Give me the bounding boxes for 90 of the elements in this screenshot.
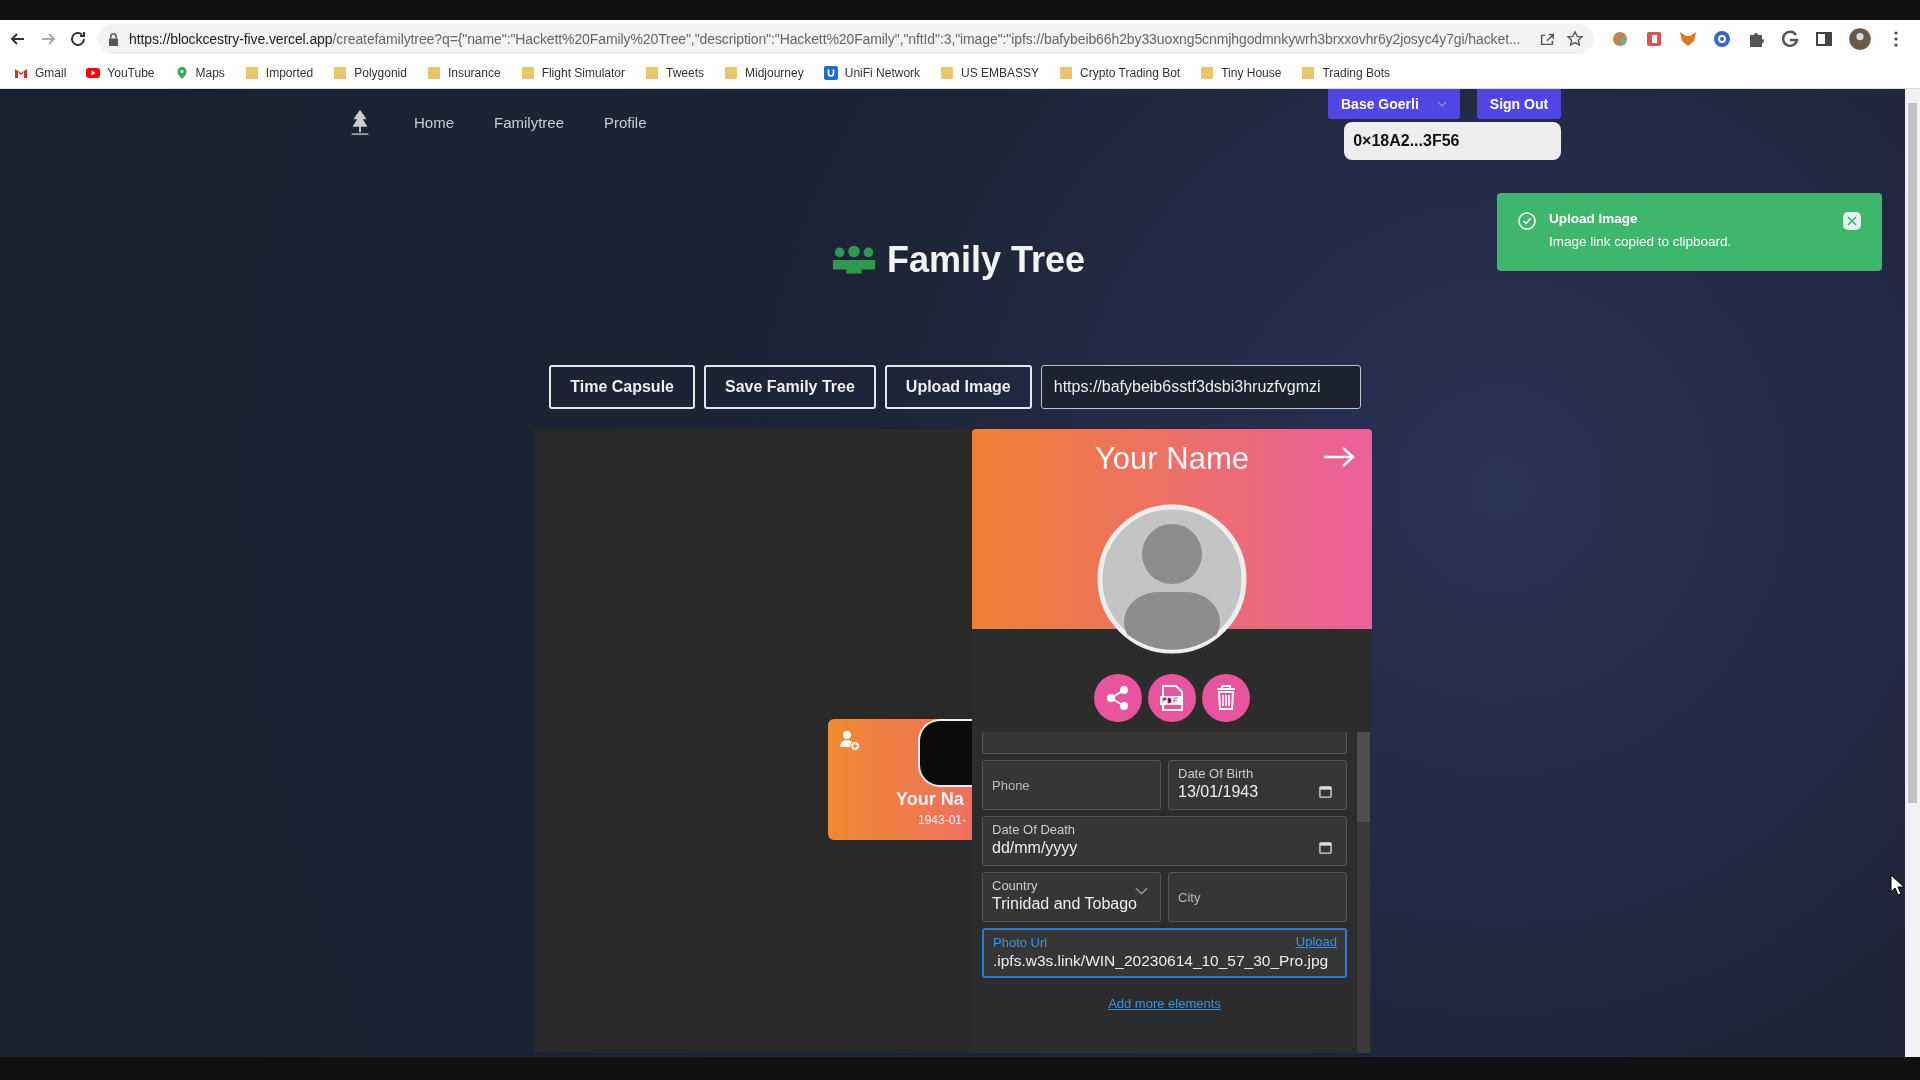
pdf-icon[interactable] [1148,674,1196,722]
trash-icon[interactable] [1202,674,1250,722]
folder-icon [333,66,348,80]
u-letter-icon [823,66,838,80]
photo-frame [918,719,972,787]
lock-icon [108,32,119,46]
field-placeholder: Phone [992,778,1030,793]
field-value: .ipfs.w3s.link/WIN_20230614_10_57_30_Pro.jpg [993,952,1329,970]
bookmark[interactable]: Imported [244,66,314,80]
calendar-icon[interactable] [1319,785,1332,798]
upload-link[interactable]: Upload [1295,934,1337,949]
field-value: Trinidad and Tobago [992,895,1137,913]
arrow-right-icon[interactable] [1322,445,1356,469]
folder-icon [426,66,441,80]
person-name: Your Name [1095,441,1249,477]
field-value: 13/01/1943 [1178,783,1259,801]
extension-icon[interactable] [1644,29,1664,49]
photo-url-field[interactable]: Photo Url Upload .ipfs.w3s.link/WIN_20230614_10_57_30_Pro.jpg [982,928,1347,978]
chevron-down-icon[interactable] [1135,887,1148,895]
network-dropdown[interactable]: Base Goerli [1328,89,1460,119]
toast-message: Image link copied to clipboard. [1549,234,1733,249]
map-pin-icon [174,66,189,80]
nav-link[interactable]: Home [414,113,454,131]
nav-link[interactable]: Familytree [494,113,565,131]
folder-icon [645,66,659,80]
folder-icon [520,66,535,80]
text-field[interactable]: City [1168,872,1347,922]
people-icon [830,244,877,276]
folder-icon [1200,66,1215,80]
scrollbar-thumb[interactable] [1357,732,1370,822]
folder-icon [1059,66,1074,80]
field-value: dd/mm/yyyy [992,839,1078,857]
toast-title: Upload Image [1549,211,1639,226]
share-icon[interactable] [1094,674,1142,722]
add-more-link[interactable]: Add more elements [1108,996,1221,1011]
bookmark[interactable]: Midjourney [724,66,804,80]
avatar-icon[interactable] [1848,27,1872,51]
sign-out-button[interactable]: Sign Out [1476,89,1562,119]
target-icon[interactable] [1712,29,1732,49]
bookmark[interactable]: Flight Simulator [520,66,625,80]
bookmark[interactable]: Polygonid [333,66,407,80]
field-label: Date Of Death [992,822,1076,837]
play-icon [86,66,101,80]
bookmark[interactable]: YouTube [86,66,155,80]
date-field[interactable]: Date Of Death dd/mm/yyyy [982,816,1347,866]
country-select[interactable]: Country Trinidad and Tobago [982,872,1161,922]
calendar-icon[interactable] [1319,841,1332,854]
fox-icon[interactable] [1678,29,1698,49]
image-link-field[interactable]: https://bafybeib6sstf3dsbi3hruzfvgmzi [1040,365,1361,409]
address-bar[interactable] [98,24,1594,54]
nav-link[interactable]: Profile [604,113,647,131]
bookmark[interactable]: Tweets [645,66,704,80]
page-title: Family Tree [886,239,1086,281]
email-field[interactable] [982,732,1347,754]
add-person-icon[interactable] [838,729,862,753]
bookmark[interactable]: Gmail [14,66,67,80]
text-field[interactable]: Phone [982,760,1161,810]
cursor-icon [1890,874,1904,896]
wallet-address[interactable]: 0×18A2...3F56 [1344,122,1562,160]
bookmark[interactable]: US EMBASSY [940,66,1040,80]
bookmark[interactable]: Trading Bots [1301,66,1390,80]
star-icon[interactable] [1566,30,1584,48]
field-label: Country [992,878,1038,893]
action-button[interactable]: Time Capsule [549,365,695,409]
caret-icon [1436,101,1447,107]
node-name: Your Na [896,789,964,810]
field-placeholder: City [1178,890,1201,905]
date-field[interactable]: Date Of Birth 13/01/1943 [1168,760,1347,810]
folder-icon [940,66,955,80]
field-label: Photo Url [993,935,1048,950]
field-label: Date Of Birth [1178,766,1254,781]
action-button[interactable]: Save Family Tree [704,365,876,409]
avatar-placeholder-icon [1097,504,1247,654]
side-panel-icon[interactable] [1814,29,1834,49]
bookmark[interactable]: Maps [174,66,225,80]
folder-icon [1301,66,1316,80]
folder-icon [724,66,738,80]
node-date: 1943-01- [918,813,967,827]
bookmark[interactable]: Tiny House [1200,66,1282,80]
action-button[interactable]: Upload Image [884,365,1032,409]
url-text: https://blockcestry-five.vercel.app/createfamilytree?q={"name":"Hackett%20Family%20Tree","description":"Hackett%20Family","nftId":3,"image":"ipfs://bafybeib66h2by33uoxng5cnmjhgodmnkywrh3brxxovhr6y2josyc4y7gi/hacket... [129,31,1522,47]
bookmark[interactable]: Insurance [426,66,501,80]
folder-icon [244,66,259,80]
scrollbar-thumb[interactable] [1908,103,1917,803]
g-letter-icon[interactable] [1780,29,1800,49]
bookmark[interactable]: Crypto Trading Bot [1059,66,1181,80]
check-circle-icon [1517,211,1537,231]
mail-icon [14,66,28,80]
bookmark[interactable]: UniFi Network [823,66,921,80]
reload-icon[interactable] [68,29,88,49]
